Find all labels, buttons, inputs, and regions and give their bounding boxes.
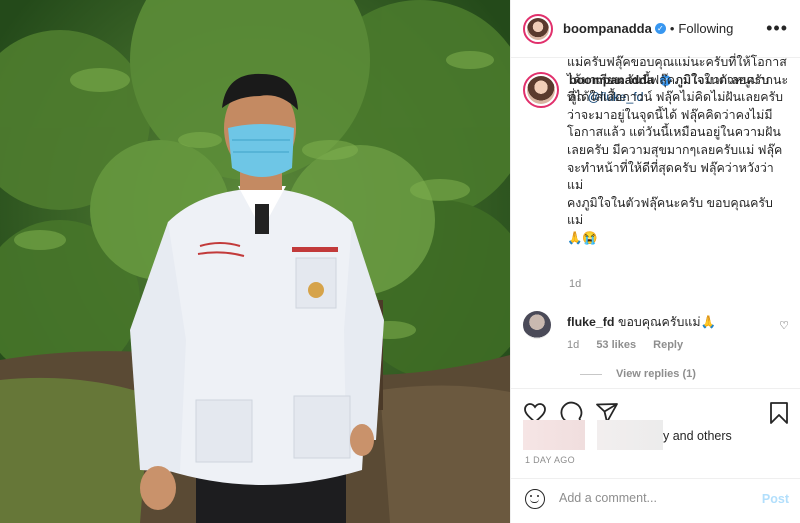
post-photo[interactable] (0, 0, 510, 523)
post-modal: boompanadda ✓ • Following ••• boompanadd… (0, 0, 800, 523)
comment-heart-icon[interactable]: ♡ (779, 319, 789, 332)
comment-meta: 1d 53 likes Reply (567, 339, 697, 351)
comment-username[interactable]: fluke_fd (567, 315, 615, 329)
caption-text: แม่ครับฟลุ๊คขอบคุณแม่นะครับที่ให้โอกาส ไ… (567, 55, 787, 245)
post-header: boompanadda ✓ • Following ••• (511, 0, 800, 58)
likes-suffix: y and others (663, 429, 732, 443)
verified-icon: ✓ (654, 23, 666, 34)
more-icon[interactable]: ••• (766, 18, 788, 39)
likes-summary[interactable]: y and others (523, 420, 789, 452)
following-button[interactable]: Following (678, 21, 733, 36)
reply-button[interactable]: Reply (653, 339, 683, 351)
view-replies-label[interactable]: View replies (1) (616, 368, 696, 380)
liker-name-blur (597, 420, 663, 450)
smile-icon[interactable] (525, 489, 545, 509)
view-replies[interactable]: View replies (1) (580, 368, 696, 380)
post-timestamp[interactable]: 1 DAY AGO (525, 455, 575, 465)
replies-divider (580, 373, 602, 375)
comment-likes[interactable]: 53 likes (596, 339, 636, 351)
header-username[interactable]: boompanadda (563, 21, 652, 36)
comment-text: ขอบคุณครับแม่🙏 (617, 315, 716, 329)
caption-avatar[interactable] (523, 72, 559, 108)
comment-input[interactable] (559, 491, 729, 505)
likes-text: y and others (663, 429, 732, 443)
avatar[interactable] (523, 13, 553, 44)
post-button[interactable]: Post (762, 492, 789, 506)
add-comment-bar: Post (511, 478, 800, 523)
photo-illustration (0, 0, 510, 523)
post-sidebar: boompanadda ✓ • Following ••• boompanadd… (510, 0, 800, 523)
comment-avatar[interactable] (523, 311, 551, 339)
separator: • (669, 21, 675, 36)
comment-time: 1d (567, 339, 580, 351)
comment-line: fluke_fd ขอบคุณครับแม่🙏 (567, 313, 716, 332)
liker-avatar-blur (523, 420, 585, 450)
caption-time[interactable]: 1d (569, 278, 581, 290)
